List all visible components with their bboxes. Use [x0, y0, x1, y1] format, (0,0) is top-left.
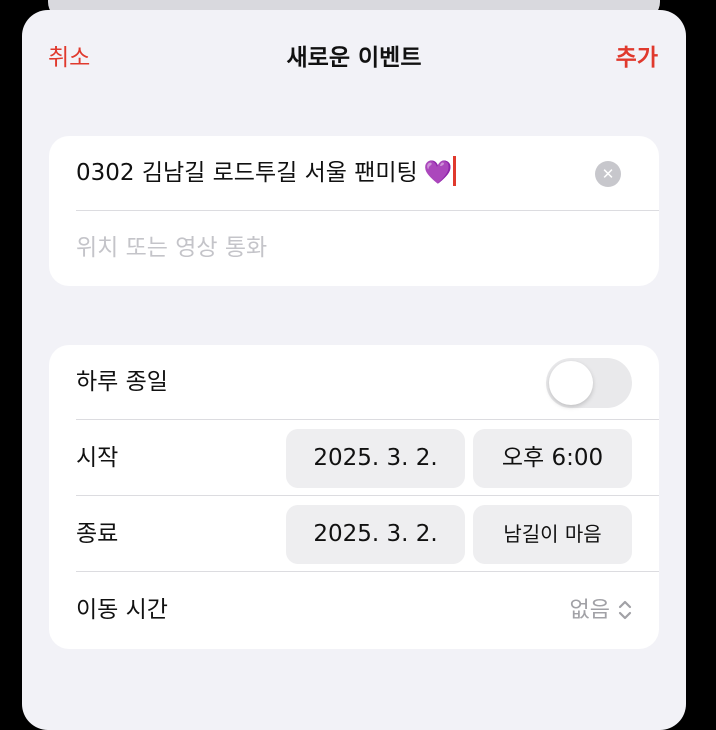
all-day-toggle[interactable]	[546, 358, 632, 408]
toggle-knob	[549, 361, 593, 405]
start-row: 시작 2025. 3. 2. 오후 6:00	[49, 421, 659, 496]
divider	[76, 571, 659, 572]
location-field[interactable]: 위치 또는 영상 통화	[76, 211, 267, 286]
new-event-sheet: 취소 새로운 이벤트 추가 0302 김남길 로드투길 서울 팬미팅 💜 ✕ 위치…	[22, 10, 686, 730]
all-day-row: 하루 종일	[49, 345, 659, 420]
title-row[interactable]: 0302 김남길 로드투길 서울 팬미팅 💜 ✕	[49, 136, 659, 211]
add-button[interactable]: 추가	[616, 40, 658, 76]
nav-bar: 취소 새로운 이벤트 추가	[22, 40, 686, 80]
title-location-group: 0302 김남길 로드투길 서울 팬미팅 💜 ✕ 위치 또는 영상 통화	[49, 136, 659, 286]
page-title: 새로운 이벤트	[286, 45, 422, 71]
title-field[interactable]: 0302 김남길 로드투길 서울 팬미팅 💜	[76, 136, 457, 211]
start-time-button[interactable]: 오후 6:00	[473, 429, 632, 488]
event-details-group: 하루 종일 시작 2025. 3. 2. 오후 6:00 종료 2025. 3.…	[49, 345, 659, 649]
end-time-button[interactable]: 남길이 마음	[473, 505, 632, 564]
start-label: 시작	[76, 445, 119, 471]
all-day-label: 하루 종일	[76, 369, 168, 395]
up-down-chevron-icon	[618, 577, 632, 649]
title-text: 0302 김남길 로드투길 서울 팬미팅	[76, 160, 418, 186]
end-row: 종료 2025. 3. 2. 남길이 마음	[49, 497, 659, 572]
divider	[76, 495, 659, 496]
divider	[76, 419, 659, 420]
location-row[interactable]: 위치 또는 영상 통화	[49, 211, 659, 286]
end-date-button[interactable]: 2025. 3. 2.	[286, 505, 465, 564]
start-date-button[interactable]: 2025. 3. 2.	[286, 429, 465, 488]
clear-x-circle-icon[interactable]: ✕	[595, 161, 621, 187]
text-cursor	[453, 156, 457, 186]
travel-time-row: 이동 시간 없음	[49, 573, 659, 648]
travel-time-label: 이동 시간	[76, 597, 168, 623]
travel-time-value: 없음	[569, 598, 610, 623]
purple-heart-emoji: 💜	[423, 160, 453, 186]
end-label: 종료	[76, 521, 119, 547]
travel-time-picker[interactable]: 없음	[570, 573, 632, 649]
